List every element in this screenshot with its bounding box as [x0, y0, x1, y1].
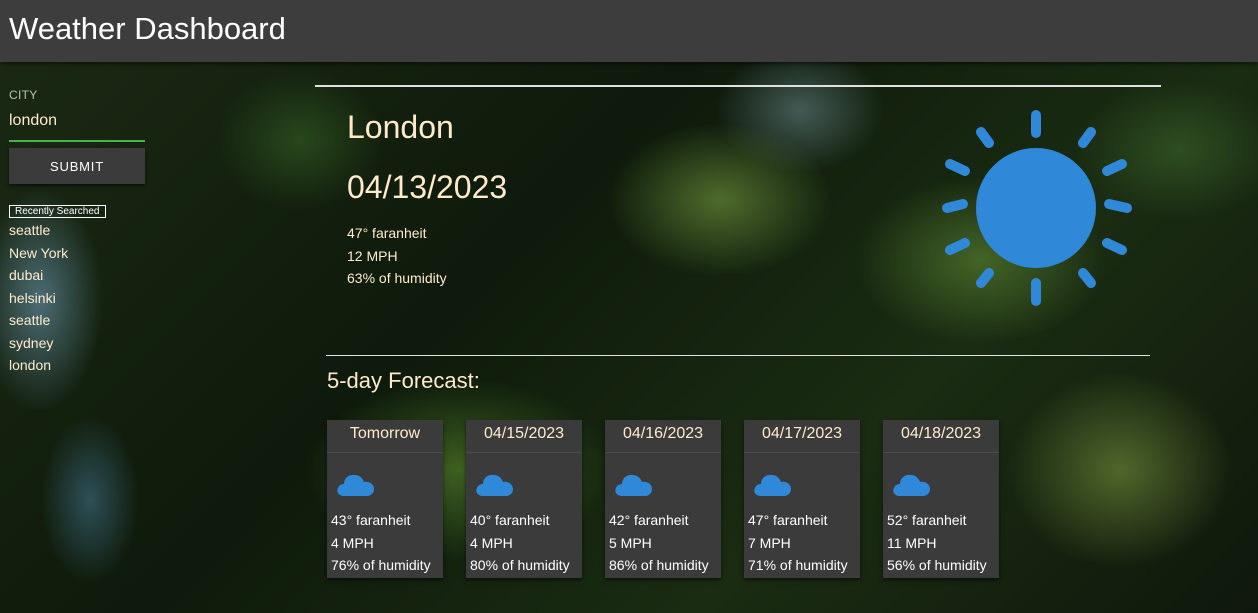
current-stats: 47° faranheit 12 MPH 63% of humidity — [347, 222, 447, 290]
forecast-humidity: 76% of humidity — [331, 557, 431, 573]
recent-search-item[interactable]: helsinki — [9, 287, 145, 310]
forecast-humidity: 71% of humidity — [748, 557, 848, 573]
city-input[interactable] — [9, 112, 145, 142]
forecast-day-label: 04/15/2023 — [466, 420, 582, 453]
cloud-icon — [476, 474, 513, 496]
cloud-icon — [615, 474, 652, 496]
forecast-wind: 4 MPH — [470, 534, 513, 551]
forecast-temperature: 52° faranheit — [887, 512, 967, 528]
recent-search-item[interactable]: dubai — [9, 264, 145, 287]
forecast-temperature: 47° faranheit — [748, 512, 828, 528]
forecast-day-label: 04/17/2023 — [744, 420, 860, 453]
forecast-divider — [326, 355, 1150, 356]
recent-search-list: seattle New York dubai helsinki seattle … — [9, 219, 145, 377]
forecast-card: 04/17/2023 47° faranheit 7 MPH 71% of hu… — [744, 420, 860, 578]
forecast-humidity: 80% of humidity — [470, 557, 570, 573]
city-label: CITY — [9, 88, 38, 102]
recently-searched-heading: Recently Searched — [9, 205, 106, 218]
recent-search-item[interactable]: sydney — [9, 332, 145, 355]
current-humidity: 63% of humidity — [347, 270, 447, 286]
forecast-temperature: 40° faranheit — [470, 512, 550, 528]
cloud-icon — [337, 474, 374, 496]
forecast-day-label: 04/18/2023 — [883, 420, 999, 453]
recent-search-item[interactable]: london — [9, 354, 145, 377]
current-date: 04/13/2023 — [347, 169, 508, 205]
sidebar: CITY SUBMIT Recently Searched seattle Ne… — [9, 88, 145, 377]
app-title: Weather Dashboard — [9, 11, 286, 46]
forecast-stats: 47° faranheit 7 MPH 71% of humidity — [748, 509, 848, 577]
forecast-stats: 52° faranheit 11 MPH 56% of humidity — [887, 509, 987, 577]
top-bar: Weather Dashboard — [0, 0, 1258, 62]
current-temperature: 47° faranheit — [347, 225, 427, 241]
forecast-day-label: Tomorrow — [327, 420, 443, 453]
forecast-temperature: 42° faranheit — [609, 512, 689, 528]
cloud-icon — [893, 474, 930, 496]
cloud-icon — [754, 474, 791, 496]
forecast-humidity: 86% of humidity — [609, 557, 709, 573]
sun-icon — [942, 110, 1132, 306]
forecast-card: Tomorrow 43° faranheit 4 MPH 76% of humi… — [327, 420, 443, 578]
current-wind: 12 MPH — [347, 247, 398, 264]
forecast-stats: 40° faranheit 4 MPH 80% of humidity — [470, 509, 570, 577]
current-city-name: London — [347, 109, 454, 145]
current-weather-panel: London 04/13/2023 47° faranheit 12 MPH 6… — [315, 85, 1161, 357]
forecast-title: 5-day Forecast: — [327, 368, 480, 393]
forecast-humidity: 56% of humidity — [887, 557, 987, 573]
recent-search-item[interactable]: seattle — [9, 219, 145, 242]
recent-search-item[interactable]: New York — [9, 242, 145, 265]
forecast-wind: 4 MPH — [331, 534, 374, 551]
forecast-card: 04/15/2023 40° faranheit 4 MPH 80% of hu… — [466, 420, 582, 578]
recent-search-item[interactable]: seattle — [9, 309, 145, 332]
forecast-stats: 42° faranheit 5 MPH 86% of humidity — [609, 509, 709, 577]
forecast-day-label: 04/16/2023 — [605, 420, 721, 453]
submit-button[interactable]: SUBMIT — [9, 148, 145, 184]
forecast-wind: 11 MPH — [887, 534, 937, 551]
forecast-card: 04/18/2023 52° faranheit 11 MPH 56% of h… — [883, 420, 999, 578]
forecast-stats: 43° faranheit 4 MPH 76% of humidity — [331, 509, 431, 577]
forecast-temperature: 43° faranheit — [331, 512, 411, 528]
forecast-wind: 5 MPH — [609, 534, 652, 551]
forecast-card: 04/16/2023 42° faranheit 5 MPH 86% of hu… — [605, 420, 721, 578]
forecast-wind: 7 MPH — [748, 534, 791, 551]
